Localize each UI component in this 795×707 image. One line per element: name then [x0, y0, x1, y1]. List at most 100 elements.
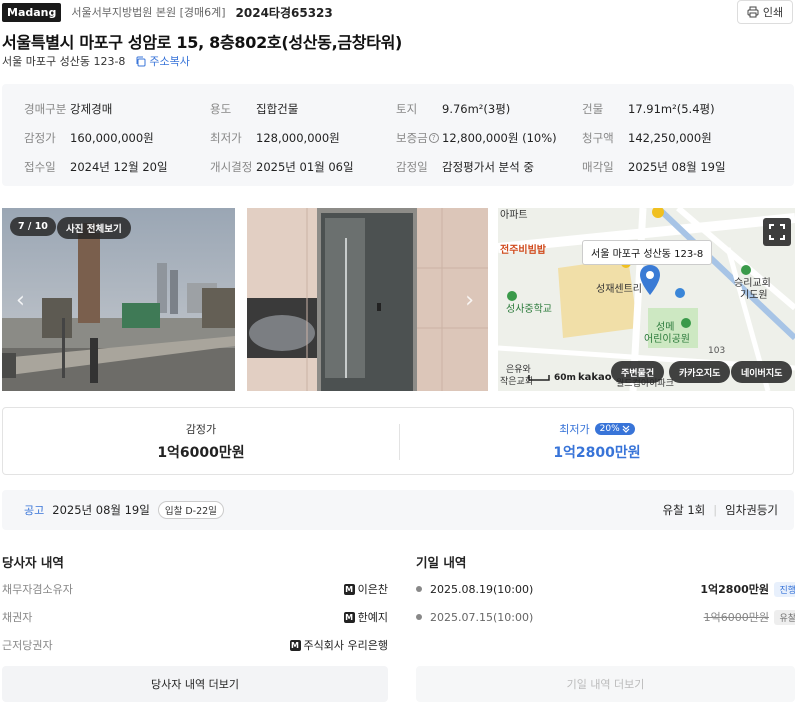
svg-text:성사중학교: 성사중학교 — [506, 303, 552, 315]
tenant-registration: 임차권등기 — [725, 503, 778, 517]
notice-bar: 공고 2025년 08월 19일 입찰 D-22일 유찰 1회 | 임차권등기 — [2, 490, 794, 530]
parties-more-button[interactable]: 당사자 내역 더보기 — [2, 666, 388, 702]
scale-bar-icon — [528, 375, 550, 381]
naver-map-button[interactable]: 네이버지도 — [731, 361, 793, 383]
party-name: 한예지 — [357, 611, 388, 624]
party-role: 채무자겸소유자 — [2, 583, 73, 596]
photo-counter: 7 / 10 — [10, 217, 56, 236]
party-name: 이은찬 — [357, 583, 388, 596]
info-label: 최저가 — [210, 130, 242, 145]
party-name-group: M 이은찬 — [343, 581, 388, 597]
minimum-label: 최저가 — [559, 422, 590, 436]
info-label: 용도 — [210, 101, 232, 116]
street-photo[interactable]: 7 / 10 사진 전체보기 ‹ — [2, 208, 235, 391]
copy-address-label: 주소복사 — [149, 55, 190, 68]
view-all-photos-button[interactable]: 사진 전체보기 — [57, 217, 131, 239]
minimum-value: 1억2800만원 — [553, 444, 641, 461]
schedule-date: 2025.07.15(10:00) — [430, 610, 534, 624]
schedule-row: 2025.07.15(10:00) 1억6000만원 유찰 — [416, 607, 795, 627]
member-badge-icon: M — [343, 583, 355, 595]
info-cell: 감정가 160,000,000원 — [24, 123, 210, 152]
map-scale: 60m — [528, 373, 576, 383]
help-icon[interactable]: ? — [428, 132, 439, 143]
entrance-photo[interactable]: › — [247, 208, 488, 391]
info-value: 9.76m²(3평) — [442, 101, 511, 116]
logo[interactable]: Madang — [2, 2, 62, 22]
print-label: 인쇄 — [762, 6, 784, 19]
court-name: 서울서부지방법원 본원 [경매6계] — [71, 6, 226, 19]
info-cell: 용도 집합건물 — [210, 94, 396, 123]
info-value: 강제경매 — [70, 101, 113, 116]
page-title: 서울특별시 마포구 성암로 15, 8층802호(성산동,금창타워) — [2, 33, 403, 52]
info-cell: 토지 9.76m²(3평) — [396, 94, 582, 123]
auction-info-grid: 경매구분 강제경매 용도 집합건물 토지 9.76m²(3평) 건물 17.91m²(5… — [24, 94, 768, 181]
info-value: 감정평가서 분석 중 — [442, 159, 534, 174]
separator: | — [713, 503, 718, 517]
kakao-map-button[interactable]: 카카오지도 — [669, 361, 731, 383]
notice-tags: 유찰 1회 | 임차권등기 — [663, 502, 779, 518]
info-label: 감정가 — [24, 130, 56, 145]
schedule-more-button[interactable]: 기일 내역 더보기 — [416, 666, 795, 702]
schedule-status: 진행 — [774, 581, 795, 597]
info-cell: 개시결정 2025년 01월 06일 — [210, 152, 396, 181]
party-role: 채권자 — [2, 611, 33, 624]
nearby-items-button[interactable]: 주변물건 — [611, 361, 665, 383]
chevron-right-icon[interactable]: › — [465, 288, 474, 313]
schedule-row: 2025.08.19(10:00) 1억2800만원 진행 — [416, 579, 795, 599]
copy-address-button[interactable]: 주소복사 — [135, 53, 190, 69]
info-cell: 보증금? 12,800,000원 (10%) — [396, 123, 582, 152]
svg-text:103: 103 — [708, 346, 725, 356]
photo-gallery: 7 / 10 사진 전체보기 ‹ › 아파트 전주비빔밥 성재센트리 성사중학교… — [2, 208, 795, 391]
kakao-logo: kakao — [578, 372, 612, 383]
schedule-amount: 1억2800만원 — [700, 583, 769, 596]
info-label: 경매구분 — [24, 101, 67, 116]
svg-text:기도원: 기도원 — [740, 289, 768, 301]
schedule-amount: 1억6000만원 — [703, 611, 769, 624]
case-number: 2024타경65323 — [235, 5, 333, 20]
notice-date: 2025년 08월 19일 — [52, 503, 150, 517]
info-cell: 청구액 142,250,000원 — [582, 123, 768, 152]
info-label: 개시결정 — [210, 159, 253, 174]
expand-map-button[interactable] — [763, 218, 791, 246]
parties-title: 당사자 내역 — [2, 555, 64, 570]
info-value: 12,800,000원 (10%) — [442, 130, 557, 145]
discount-badge: 20% — [594, 422, 635, 435]
svg-text:아파트: 아파트 — [500, 209, 528, 221]
print-button[interactable]: 인쇄 — [737, 0, 793, 24]
member-badge-icon: M — [343, 611, 355, 623]
notice-label: 공고 — [24, 504, 45, 517]
svg-text:성메: 성메 — [656, 321, 674, 333]
schedule-date: 2025.08.19(10:00) — [430, 582, 534, 596]
info-value: 128,000,000원 — [256, 130, 340, 145]
info-value: 160,000,000원 — [70, 130, 154, 145]
top-bar: Madang 서울서부지방법원 본원 [경매6계] 2024타경65323 인쇄 — [0, 0, 795, 24]
chevron-left-icon[interactable]: ‹ — [16, 288, 25, 313]
appraisal-label: 감정가 — [185, 422, 217, 436]
map-address-tooltip: 서울 마포구 성산동 123-8 — [582, 240, 713, 265]
auction-info-panel: 경매구분 강제경매 용도 집합건물 토지 9.76m²(3평) 건물 17.91m²(5… — [2, 84, 794, 186]
schedule-dot — [416, 614, 422, 620]
location-map[interactable]: 아파트 전주비빔밥 성재센트리 성사중학교 승리교회 기도원 성메 어린이공원 … — [498, 208, 795, 391]
info-cell: 경매구분 강제경매 — [24, 94, 210, 123]
member-badge-icon: M — [289, 639, 301, 651]
party-row: 채무자겸소유자 M 이은찬 — [2, 579, 388, 599]
map-scale-label: 60m — [554, 373, 576, 383]
party-row: 채권자 M 한예지 — [2, 607, 388, 627]
minimum-price: 최저가 20% 1억2800만원 — [399, 408, 795, 474]
appraisal-price: 감정가 1억6000만원 — [3, 408, 399, 474]
appraisal-value: 1억6000만원 — [157, 444, 245, 461]
schedule-status: 유찰 — [774, 609, 795, 625]
map-pin-icon — [640, 265, 660, 295]
info-value: 142,250,000원 — [628, 130, 712, 145]
info-label: 매각일 — [582, 159, 614, 174]
copy-icon — [136, 56, 146, 66]
svg-text:성재센트리: 성재센트리 — [596, 283, 642, 295]
party-row: 근저당권자 M 주식회사 우리은행 — [2, 635, 388, 655]
party-role: 근저당권자 — [2, 639, 53, 652]
svg-text:승리교회: 승리교회 — [734, 277, 771, 289]
entrance-photo-image — [247, 208, 488, 391]
info-cell: 매각일 2025년 08월 19일 — [582, 152, 768, 181]
info-label: 감정일 — [396, 159, 428, 174]
info-value: 2025년 08월 19일 — [628, 159, 726, 174]
info-label: 청구액 — [582, 130, 614, 145]
